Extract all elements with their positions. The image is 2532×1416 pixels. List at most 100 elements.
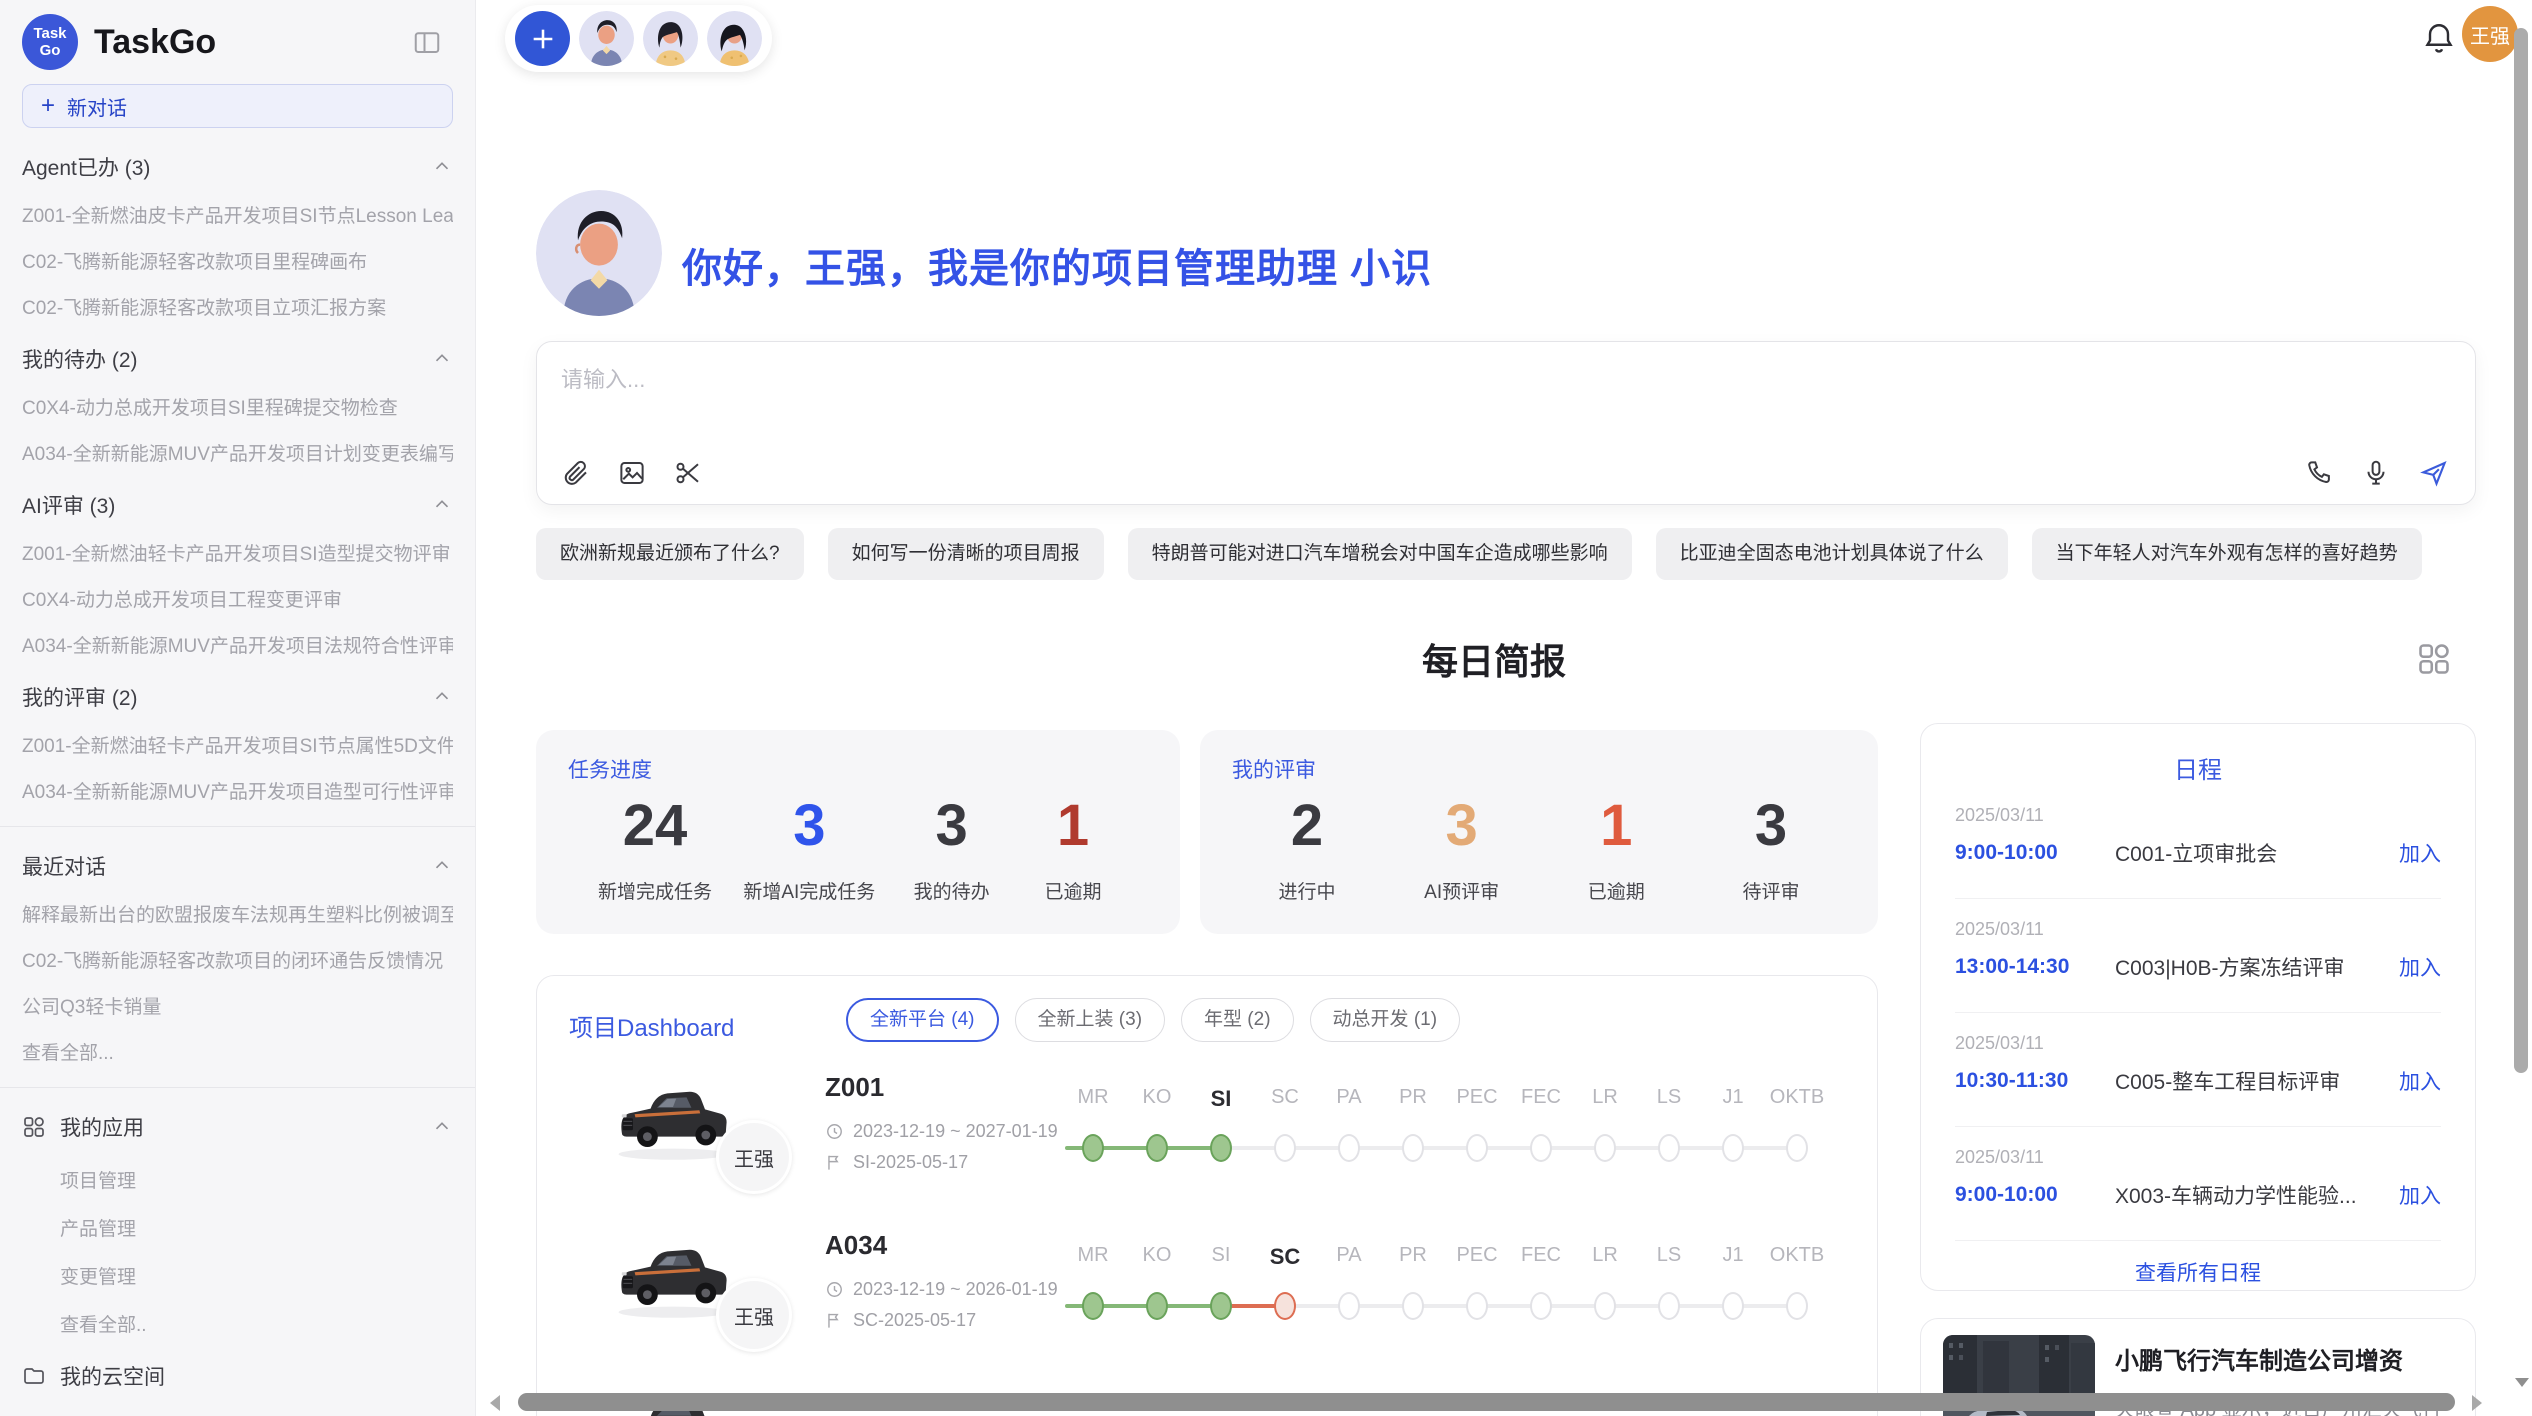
avatar-conversation-2[interactable] <box>643 11 698 66</box>
my-apps-label: 我的应用 <box>60 1112 417 1142</box>
join-meeting-link[interactable]: 加入 <box>2399 1180 2441 1210</box>
milestone-node <box>1210 1134 1232 1162</box>
milestone-node <box>1146 1134 1168 1162</box>
project-row[interactable]: 王强 A034 2023-12-19 ~ 2026-01-19 SC-2025-… <box>537 1224 1877 1382</box>
suggestion-chip[interactable]: 欧洲新规最近颁布了什么? <box>536 528 804 580</box>
sidebar-item-cloud-space[interactable]: 我的云空间 <box>22 1361 453 1391</box>
milestone-node <box>1338 1134 1360 1162</box>
suggestion-chip[interactable]: 比亚迪全固态电池计划具体说了什么 <box>1656 528 2008 580</box>
milestone-node <box>1594 1134 1616 1162</box>
notifications-bell-icon[interactable] <box>2421 20 2457 56</box>
view-all-chats[interactable]: 查看全部... <box>22 1038 453 1065</box>
composer-left-icons <box>561 458 703 488</box>
card-title: 任务进度 <box>568 754 652 784</box>
project-dates: 2023-12-19 ~ 2027-01-19 <box>825 1121 1058 1142</box>
suggestion-chip[interactable]: 如何写一份清晰的项目周报 <box>828 528 1104 580</box>
view-all-apps[interactable]: 查看全部.. <box>60 1310 453 1337</box>
sidebar-collapse-icon[interactable] <box>409 24 445 60</box>
phone-call-icon[interactable] <box>2303 458 2333 488</box>
section-header-my-review[interactable]: 我的评审 (2) <box>22 682 453 712</box>
sidebar-item[interactable]: A034-全新新能源MUV产品开发项目法规符合性评审 <box>22 631 453 658</box>
cloud-space-label: 我的云空间 <box>60 1361 453 1391</box>
hscroll-left-arrow[interactable] <box>490 1395 500 1411</box>
schedule-item: 2025/03/11 10:30-11:30 C005-整车工程目标评审 加入 <box>1955 1013 2441 1127</box>
horizontal-scrollbar-thumb[interactable] <box>518 1393 2455 1411</box>
microphone-icon[interactable] <box>2361 458 2391 488</box>
sidebar-item[interactable]: Z001-全新燃油皮卡产品开发项目SI节点Lesson Learn报告 <box>22 201 453 228</box>
logo-text-top: Task <box>33 25 66 42</box>
tab-new-platform[interactable]: 全新平台 (4) <box>846 998 999 1042</box>
send-icon[interactable] <box>2419 458 2449 488</box>
schedule-item: 2025/03/11 9:00-10:00 X003-车辆动力学性能验... 加… <box>1955 1127 2441 1241</box>
join-meeting-link[interactable]: 加入 <box>2399 952 2441 982</box>
view-all-schedule-link[interactable]: 查看所有日程 <box>1955 1257 2441 1287</box>
sidebar-item[interactable]: 解释最新出台的欧盟报废车法规再生塑料比例被调至15%... <box>22 900 453 927</box>
chevron-up-icon <box>431 686 453 708</box>
sidebar-item[interactable]: Z001-全新燃油轻卡产品开发项目SI节点属性5D文件评审 <box>22 731 453 758</box>
section-header-recent-chats[interactable]: 最近对话 <box>22 851 453 881</box>
section-header-ai-review[interactable]: AI评审 (3) <box>22 490 453 520</box>
section-header-my-todo[interactable]: 我的待办 (2) <box>22 344 453 374</box>
sidebar-item-my-apps[interactable]: 我的应用 <box>22 1112 453 1142</box>
stat-review-overdue: 1已逾期 <box>1571 792 1661 904</box>
daily-briefing-title: 每日简报 <box>476 633 2512 685</box>
schedule-date: 2025/03/11 <box>1955 919 2441 940</box>
sidebar-item[interactable]: C02-飞腾新能源轻客改款项目立项汇报方案 <box>22 293 453 320</box>
app-item-product[interactable]: 产品管理 <box>60 1214 453 1241</box>
section-title: AI评审 (3) <box>22 490 115 520</box>
join-meeting-link[interactable]: 加入 <box>2399 1066 2441 1096</box>
new-chat-button[interactable]: + 新对话 <box>22 84 453 128</box>
sidebar-item[interactable]: C02-飞腾新能源轻客改款项目里程碑画布 <box>22 247 453 274</box>
sidebar-item[interactable]: A034-全新新能源MUV产品开发项目造型可行性评审 <box>22 777 453 804</box>
suggestion-chip[interactable]: 当下年轻人对汽车外观有怎样的喜好趋势 <box>2032 528 2422 580</box>
milestone-node <box>1146 1292 1168 1320</box>
project-next-milestone: SI-2025-05-17 <box>825 1152 968 1173</box>
user-avatar[interactable]: 王强 <box>2462 6 2518 62</box>
milestone-node <box>1722 1134 1744 1162</box>
sidebar-item[interactable]: C0X4-动力总成开发项目SI里程碑提交物检查 <box>22 393 453 420</box>
sidebar-item[interactable]: A034-全新新能源MUV产品开发项目计划变更表编写 <box>22 439 453 466</box>
schedule-date: 2025/03/11 <box>1955 1033 2441 1054</box>
sidebar-item[interactable]: C0X4-动力总成开发项目工程变更评审 <box>22 585 453 612</box>
tab-new-body[interactable]: 全新上装 (3) <box>1015 998 1166 1042</box>
section-title: 我的评审 (2) <box>22 682 138 712</box>
sidebar-item[interactable]: C02-飞腾新能源轻客改款项目的闭环通告反馈情况 <box>22 946 453 973</box>
my-review-card: 我的评审 2进行中 3AI预评审 1已逾期 3待评审 <box>1200 730 1878 934</box>
join-meeting-link[interactable]: 加入 <box>2399 838 2441 868</box>
suggestion-chip[interactable]: 特朗普可能对进口汽车增税会对中国车企造成哪些影响 <box>1128 528 1632 580</box>
chevron-up-icon <box>431 348 453 370</box>
layout-grid-icon[interactable] <box>2416 641 2452 677</box>
vscroll-down-arrow[interactable] <box>2515 1378 2529 1387</box>
milestone-node <box>1210 1292 1232 1320</box>
chevron-up-icon <box>431 156 453 178</box>
schedule-item: 2025/03/11 9:00-10:00 C001-立项审批会 加入 <box>1955 785 2441 899</box>
divider <box>0 826 475 827</box>
attachment-icon[interactable] <box>561 458 591 488</box>
milestone-node <box>1466 1292 1488 1320</box>
conversation-switcher <box>505 5 772 72</box>
chat-input[interactable] <box>561 360 2161 400</box>
card-title: 我的评审 <box>1232 754 1316 784</box>
app-item-project[interactable]: 项目管理 <box>60 1166 453 1193</box>
schedule-date: 2025/03/11 <box>1955 1147 2441 1168</box>
app-item-change[interactable]: 变更管理 <box>60 1262 453 1289</box>
scissors-icon[interactable] <box>673 458 703 488</box>
tab-powertrain[interactable]: 动总开发 (1) <box>1310 998 1461 1042</box>
hscroll-right-arrow[interactable] <box>2472 1395 2482 1411</box>
project-row[interactable]: 王强 Z001 2023-12-19 ~ 2027-01-19 SI-2025-… <box>537 1066 1877 1224</box>
tab-model-year[interactable]: 年型 (2) <box>1181 998 1294 1042</box>
vertical-scrollbar-thumb[interactable] <box>2514 28 2528 1073</box>
sidebar-item[interactable]: 公司Q3轻卡销量 <box>22 992 453 1019</box>
avatar-conversation-3[interactable] <box>707 11 762 66</box>
app-logo: Task Go <box>22 14 78 70</box>
milestone-node <box>1466 1134 1488 1162</box>
section-header-agent-done[interactable]: Agent已办 (3) <box>22 152 453 182</box>
sidebar-item[interactable]: Z001-全新燃油轻卡产品开发项目SI造型提交物评审 <box>22 539 453 566</box>
add-conversation-button[interactable] <box>515 11 570 66</box>
avatar-conversation-1[interactable] <box>579 11 634 66</box>
milestone-node <box>1402 1292 1424 1320</box>
schedule-title: 日程 <box>1955 750 2441 785</box>
image-icon[interactable] <box>617 458 647 488</box>
milestone-node <box>1722 1292 1744 1320</box>
news-title: 小鹏飞行汽车制造公司增资 <box>2115 1341 2453 1376</box>
